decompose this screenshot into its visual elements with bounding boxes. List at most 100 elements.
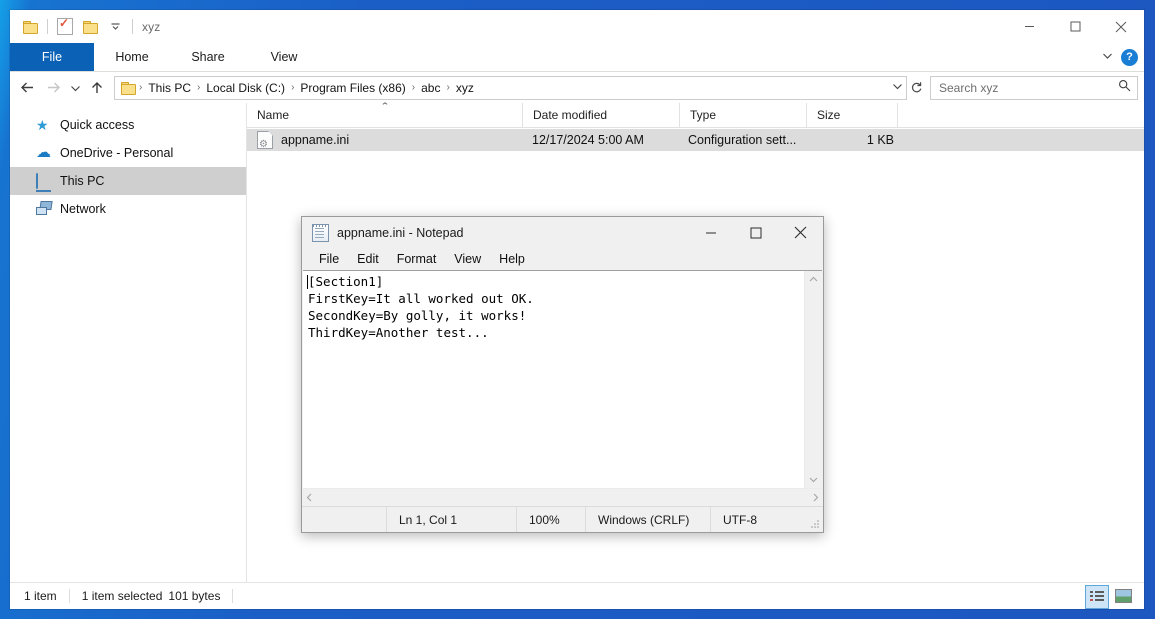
table-row[interactable]: appname.ini 12/17/2024 5:00 AM Configura… xyxy=(247,129,1144,151)
horizontal-scrollbar[interactable] xyxy=(303,488,822,506)
notepad-menu-bar: File Edit Format View Help xyxy=(302,248,823,270)
tab-view[interactable]: View xyxy=(246,43,322,71)
encoding-label: UTF-8 xyxy=(710,507,805,532)
network-icon xyxy=(36,201,52,217)
column-header-size[interactable]: Size xyxy=(807,103,898,127)
column-header-type[interactable]: Type xyxy=(680,103,807,127)
column-header-name[interactable]: ⌃ Name xyxy=(247,103,523,127)
help-icon[interactable]: ? xyxy=(1121,49,1138,66)
sort-ascending-icon: ⌃ xyxy=(380,102,390,111)
cloud-icon: ☁ xyxy=(36,145,52,161)
notepad-text-area[interactable]: [Section1] FirstKey=It all worked out OK… xyxy=(303,271,804,488)
menu-file[interactable]: File xyxy=(310,249,348,269)
resize-grip[interactable] xyxy=(810,519,820,529)
sidebar-item-quick-access[interactable]: ★ Quick access xyxy=(10,111,246,139)
search-placeholder: Search xyz xyxy=(939,81,998,95)
file-name-label: appname.ini xyxy=(281,133,349,147)
scroll-left-icon[interactable] xyxy=(306,489,313,507)
minimize-button[interactable] xyxy=(1006,10,1052,43)
sidebar-item-label: This PC xyxy=(60,174,104,188)
breadcrumb-item-program-files[interactable]: Program Files (x86) xyxy=(295,81,410,95)
chevron-down-icon[interactable] xyxy=(103,15,127,39)
sidebar-item-network[interactable]: Network xyxy=(10,195,246,223)
menu-edit[interactable]: Edit xyxy=(348,249,388,269)
details-view-button[interactable] xyxy=(1085,585,1109,609)
star-icon: ★ xyxy=(36,117,52,133)
quick-access-toolbar: xyz xyxy=(10,15,160,39)
this-pc-icon xyxy=(36,173,52,189)
menu-format[interactable]: Format xyxy=(388,249,446,269)
vertical-scrollbar[interactable] xyxy=(804,271,822,488)
cursor-position-label: Ln 1, Col 1 xyxy=(386,507,516,532)
breadcrumb-item-this-pc[interactable]: This PC xyxy=(143,81,196,95)
explorer-window-controls xyxy=(1006,10,1144,43)
sidebar-item-this-pc[interactable]: This PC xyxy=(10,167,246,195)
recent-locations-button[interactable] xyxy=(66,75,84,101)
scroll-right-icon[interactable] xyxy=(812,489,819,507)
line-ending-label: Windows (CRLF) xyxy=(585,507,710,532)
file-name-cell[interactable]: appname.ini xyxy=(247,131,522,149)
address-toolbar: › This PC › Local Disk (C:) › Program Fi… xyxy=(10,72,1144,103)
back-button[interactable] xyxy=(14,75,40,101)
ribbon-right-controls: ? xyxy=(1102,43,1138,71)
menu-help[interactable]: Help xyxy=(490,249,534,269)
folder-icon[interactable] xyxy=(18,15,42,39)
properties-icon[interactable] xyxy=(53,15,77,39)
selection-label: 1 item selected xyxy=(82,589,163,603)
notepad-window: appname.ini - Notepad File Edit Format V… xyxy=(301,216,824,533)
sidebar-item-onedrive[interactable]: ☁ OneDrive - Personal xyxy=(10,139,246,167)
maximize-button[interactable] xyxy=(733,217,778,248)
column-headers: ⌃ Name Date modified Type Size xyxy=(247,103,1144,128)
sidebar-item-label: Quick access xyxy=(60,118,134,132)
chevron-down-icon[interactable] xyxy=(888,82,906,93)
status-separator xyxy=(232,589,233,603)
notepad-status-bar: Ln 1, Col 1 100% Windows (CRLF) UTF-8 xyxy=(302,506,823,532)
address-bar[interactable]: › This PC › Local Disk (C:) › Program Fi… xyxy=(114,76,907,100)
notepad-editor-area: [Section1] FirstKey=It all worked out OK… xyxy=(303,270,822,488)
explorer-window-title: xyz xyxy=(142,20,160,34)
folder-icon xyxy=(118,81,138,94)
scroll-down-icon[interactable] xyxy=(809,471,818,488)
sidebar-item-label: Network xyxy=(60,202,106,216)
item-count-label: 1 item xyxy=(24,589,57,603)
new-folder-icon[interactable] xyxy=(78,15,102,39)
ribbon-tab-strip: File Home Share View ? xyxy=(10,43,1144,72)
notepad-window-controls xyxy=(688,217,823,248)
column-header-label: Name xyxy=(257,108,289,122)
breadcrumb-item-local-disk[interactable]: Local Disk (C:) xyxy=(201,81,290,95)
address-bar-controls xyxy=(888,82,906,93)
minimize-button[interactable] xyxy=(688,217,733,248)
column-header-date-modified[interactable]: Date modified xyxy=(523,103,680,127)
large-icons-view-button[interactable] xyxy=(1112,585,1134,607)
up-button[interactable] xyxy=(84,75,110,101)
navigation-pane: ★ Quick access ☁ OneDrive - Personal Thi… xyxy=(10,103,247,582)
qat-separator-2 xyxy=(132,19,133,34)
notepad-icon xyxy=(312,224,329,242)
file-size-cell: 1 KB xyxy=(804,133,906,147)
search-icon[interactable] xyxy=(1118,79,1131,97)
qat-separator-1 xyxy=(47,19,48,34)
zoom-level-label: 100% xyxy=(516,507,585,532)
column-header-label: Size xyxy=(817,108,840,122)
scroll-up-icon[interactable] xyxy=(809,271,818,288)
forward-button[interactable] xyxy=(40,75,66,101)
close-button[interactable] xyxy=(1098,10,1144,43)
sidebar-item-label: OneDrive - Personal xyxy=(60,146,173,160)
search-input[interactable]: Search xyz xyxy=(930,76,1138,100)
chevron-down-icon[interactable] xyxy=(1102,52,1113,63)
explorer-status-bar: 1 item 1 item selected 101 bytes xyxy=(10,582,1144,609)
close-button[interactable] xyxy=(778,217,823,248)
breadcrumb-item-xyz[interactable]: xyz xyxy=(451,81,479,95)
tab-share[interactable]: Share xyxy=(170,43,246,71)
ini-file-icon xyxy=(257,131,273,149)
tab-home[interactable]: Home xyxy=(94,43,170,71)
maximize-button[interactable] xyxy=(1052,10,1098,43)
notepad-window-title: appname.ini - Notepad xyxy=(337,226,463,240)
selection-size-label: 101 bytes xyxy=(168,589,220,603)
refresh-icon[interactable] xyxy=(907,75,925,101)
breadcrumb-item-abc[interactable]: abc xyxy=(416,81,445,95)
menu-view[interactable]: View xyxy=(445,249,490,269)
tab-file[interactable]: File xyxy=(10,43,94,71)
column-header-label: Date modified xyxy=(533,108,607,122)
explorer-title-bar: xyz xyxy=(10,10,1144,43)
